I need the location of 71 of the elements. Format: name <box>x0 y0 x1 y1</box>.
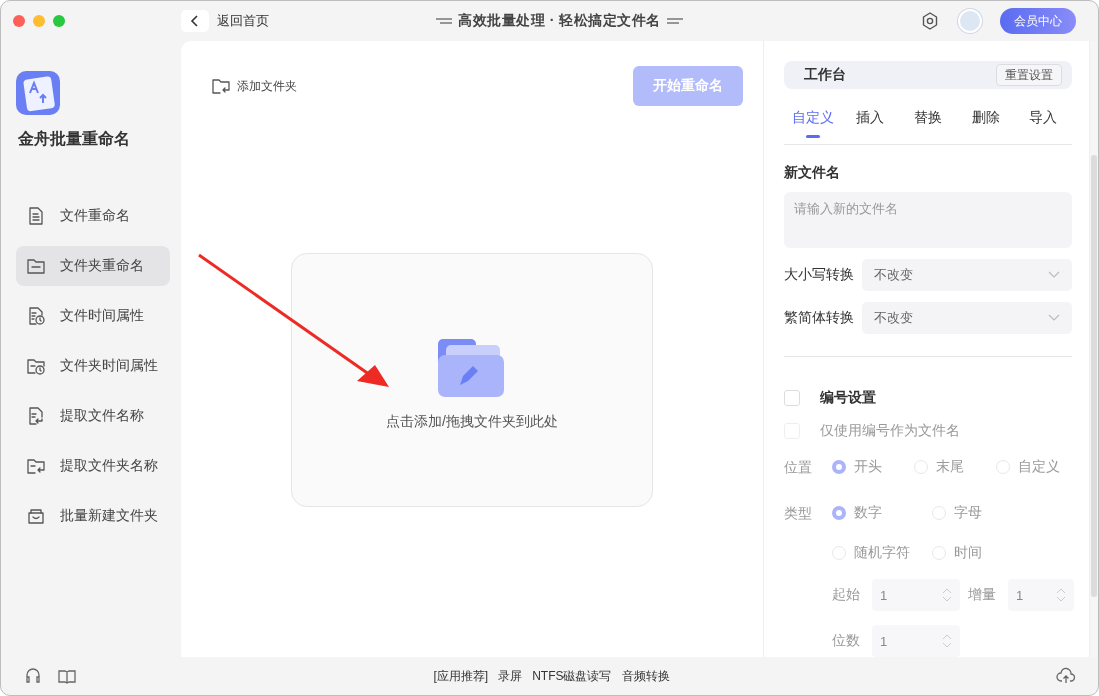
sidebar-item[interactable]: 文件夹时间属性 <box>16 346 170 386</box>
spin-label: 位数 <box>832 632 861 650</box>
select-label: 大小写转换 <box>784 266 854 285</box>
folder-return-icon <box>26 456 46 476</box>
folder-icon <box>26 256 46 276</box>
reset-settings-button[interactable]: 重置设置 <box>996 64 1062 87</box>
footer-link[interactable]: [应用推荐] <box>433 667 489 685</box>
sidebar-item[interactable]: 文件时间属性 <box>16 296 170 336</box>
only-number-label: 仅使用编号作为文件名 <box>820 421 960 440</box>
app-name: 金舟批量重命名 <box>18 129 131 149</box>
sidebar-item[interactable]: 提取文件夹名称 <box>16 446 170 486</box>
chevron-down-icon <box>1048 314 1060 323</box>
tab[interactable]: 导入 <box>1014 103 1072 146</box>
new-name-label: 新文件名 <box>784 163 841 182</box>
minimize-button[interactable] <box>33 15 45 27</box>
folder-return-icon <box>211 76 231 96</box>
sidebar-item-label: 文件夹时间属性 <box>60 357 158 375</box>
spin-label: 增量 <box>968 586 997 604</box>
headset-icon[interactable] <box>23 666 43 686</box>
member-center-button[interactable]: 会员中心 <box>1000 8 1076 34</box>
sidebar-item-label: 文件重命名 <box>60 207 130 225</box>
speed-lines-icon <box>436 17 453 25</box>
speed-lines-icon <box>666 17 683 25</box>
tab[interactable]: 插入 <box>841 103 900 146</box>
tab[interactable]: 自定义 <box>784 103 842 146</box>
footer-link[interactable]: 音频转换 <box>621 667 670 685</box>
tab[interactable]: 删除 <box>956 103 1015 146</box>
workbench-title: 工作台 <box>804 66 846 85</box>
sidebar-item[interactable]: 文件重命名 <box>16 196 170 236</box>
folder-pencil-icon <box>438 339 506 399</box>
add-folder-button[interactable]: 添加文件夹 <box>211 76 297 96</box>
sidebar-item[interactable]: 批量新建文件夹 <box>16 496 170 536</box>
stepper-icon <box>1056 587 1066 603</box>
box-icon <box>26 506 46 526</box>
settings-icon[interactable] <box>920 11 940 31</box>
back-button[interactable] <box>181 10 209 32</box>
select-label: 繁简体转换 <box>784 309 854 328</box>
type-label: 类型 <box>784 504 813 523</box>
scrollbar[interactable] <box>1091 155 1097 597</box>
dropdown[interactable]: 不改变 <box>862 259 1072 292</box>
sidebar-item-label: 批量新建文件夹 <box>60 507 158 525</box>
back-label[interactable]: 返回首页 <box>217 12 269 30</box>
close-button[interactable] <box>13 15 25 27</box>
chevron-down-icon <box>1048 271 1060 280</box>
zoom-button[interactable] <box>53 15 65 27</box>
dropdown[interactable]: 不改变 <box>862 302 1072 335</box>
document-clock-icon <box>26 306 46 326</box>
sidebar-item-label: 提取文件名称 <box>60 407 144 425</box>
numbering-label: 编号设置 <box>820 388 876 407</box>
sidebar-item-label: 文件夹重命名 <box>60 257 144 275</box>
cloud-upload-icon[interactable] <box>1056 666 1076 686</box>
document-return-icon <box>26 406 46 426</box>
sidebar-item-label: 文件时间属性 <box>60 307 144 325</box>
stepper-icon <box>942 633 952 649</box>
window-title: 高效批量处理 · 轻松搞定文件名 <box>458 12 661 30</box>
drop-zone-hint: 点击添加/拖拽文件夹到此处 <box>386 413 558 431</box>
sidebar-item-label: 提取文件夹名称 <box>60 457 158 475</box>
stepper-icon <box>942 587 952 603</box>
folder-clock-icon <box>26 356 46 376</box>
tab[interactable]: 替换 <box>899 103 957 146</box>
app-logo <box>16 71 60 115</box>
position-label: 位置 <box>784 458 813 477</box>
new-name-field[interactable]: 请输入新的文件名 <box>784 191 1072 249</box>
footer-link[interactable]: 录屏 <box>498 667 523 685</box>
footer-link[interactable]: NTFS磁盘读写 <box>532 667 612 685</box>
document-icon <box>26 206 46 226</box>
chevron-left-icon <box>190 15 200 27</box>
spin-label: 起始 <box>832 586 861 604</box>
sidebar-item[interactable]: 文件夹重命名 <box>16 246 170 286</box>
sidebar-item[interactable]: 提取文件名称 <box>16 396 170 436</box>
drop-zone[interactable]: 点击添加/拖拽文件夹到此处 <box>291 253 653 507</box>
